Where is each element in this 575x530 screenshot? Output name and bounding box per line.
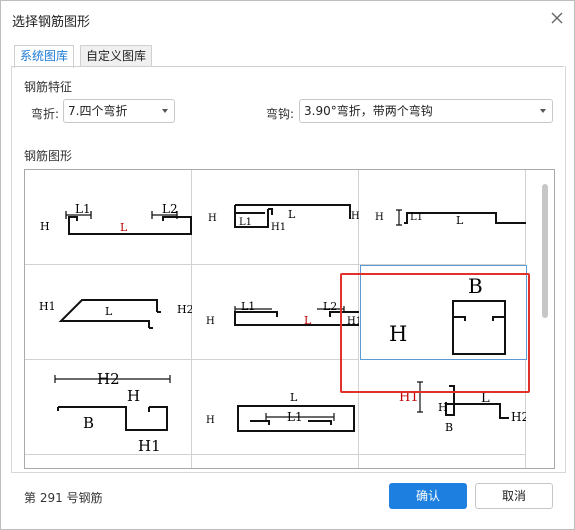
- gallery-scrollbar-thumb[interactable]: [542, 184, 548, 318]
- shape-label: L1: [241, 300, 255, 313]
- hook-select[interactable]: 3.90°弯折，带两个弯钩: [299, 99, 553, 123]
- shape-label: L1: [287, 410, 303, 424]
- shape-label: L1: [75, 202, 91, 216]
- confirm-button[interactable]: 确认: [389, 483, 467, 509]
- shape-label: H: [208, 213, 217, 224]
- shape-label: H: [127, 387, 140, 405]
- shape-label: H: [438, 401, 448, 414]
- shape-label: L: [456, 214, 464, 227]
- shape-label: L: [481, 391, 490, 406]
- chevron-down-icon: [162, 109, 168, 113]
- shape-label: H2: [97, 370, 120, 388]
- bend-select[interactable]: 7.四个弯折: [63, 99, 175, 123]
- shape-label: H2: [351, 211, 359, 222]
- shape-cell-2[interactable]: H L1 H1 L H2: [192, 170, 359, 265]
- tab-system-library[interactable]: 系统图库: [14, 45, 75, 68]
- shapes-group-label: 钢筋图形: [24, 149, 73, 163]
- chevron-down-icon: [540, 109, 546, 113]
- close-icon[interactable]: [548, 9, 566, 27]
- shape-cell-8[interactable]: H L L1: [192, 360, 359, 455]
- selected-rebar-status: 第 291 号钢筋: [24, 491, 103, 505]
- shape-label: H2: [511, 410, 526, 424]
- shape-label: L: [120, 221, 128, 234]
- shape-cell-12[interactable]: [359, 455, 526, 468]
- shape-cell-4[interactable]: H1 L H2: [25, 265, 192, 360]
- shape-label: B: [445, 421, 453, 434]
- shape-cell-10[interactable]: [25, 455, 192, 468]
- bend-select-value: 7.四个弯折: [68, 104, 128, 118]
- shape-label: H: [40, 220, 50, 233]
- shape-label: H: [206, 316, 215, 327]
- rebar-shape-dialog: 选择钢筋图形 系统图库 自定义图库 钢筋特征 弯折: 7.四个弯折 弯钩: 3.…: [0, 0, 575, 530]
- shape-label: L1: [239, 217, 252, 228]
- shape-cell-3[interactable]: H L1 L: [359, 170, 526, 265]
- shape-label: H1: [138, 437, 161, 455]
- shape-label: H1: [271, 222, 286, 233]
- shape-label: H: [206, 415, 215, 426]
- bend-label: 弯折:: [31, 107, 60, 121]
- shape-cell-5[interactable]: H L1 L L2 H1: [192, 265, 359, 360]
- shape-label: H1: [399, 390, 419, 405]
- shape-label: H1: [347, 316, 359, 327]
- shape-gallery: H L1 L L2 H L1 H1 L H2: [24, 169, 555, 469]
- hook-select-value: 3.90°弯折，带两个弯钩: [304, 104, 433, 118]
- shape-cell-9[interactable]: H1 H B L H2: [359, 360, 526, 455]
- shape-label: L2: [162, 202, 178, 216]
- cancel-button[interactable]: 取消: [475, 483, 553, 509]
- dialog-title: 选择钢筋图形: [12, 15, 91, 30]
- shape-cell-1[interactable]: H L1 L L2: [25, 170, 192, 265]
- shape-label: L1: [410, 212, 423, 223]
- shape-label: L2: [323, 300, 337, 313]
- tab-custom-library[interactable]: 自定义图库: [80, 45, 153, 67]
- shape-label: H: [389, 322, 407, 346]
- shape-label: L: [290, 391, 298, 404]
- features-group-label: 钢筋特征: [24, 80, 73, 94]
- shape-label: H1: [39, 300, 56, 313]
- hook-label: 弯钩:: [266, 107, 295, 121]
- shape-label: B: [83, 414, 94, 432]
- shape-label: B: [468, 274, 483, 298]
- shape-cell-7[interactable]: H2 H B H1: [25, 360, 192, 455]
- shape-label: L: [105, 305, 113, 318]
- shape-cell-6-selected[interactable]: B H: [360, 265, 527, 360]
- shape-cell-11[interactable]: [192, 455, 359, 468]
- shape-label: L: [304, 314, 312, 327]
- shape-label: H2: [177, 303, 192, 316]
- shape-label: L: [288, 208, 296, 221]
- shape-label: H: [375, 212, 384, 223]
